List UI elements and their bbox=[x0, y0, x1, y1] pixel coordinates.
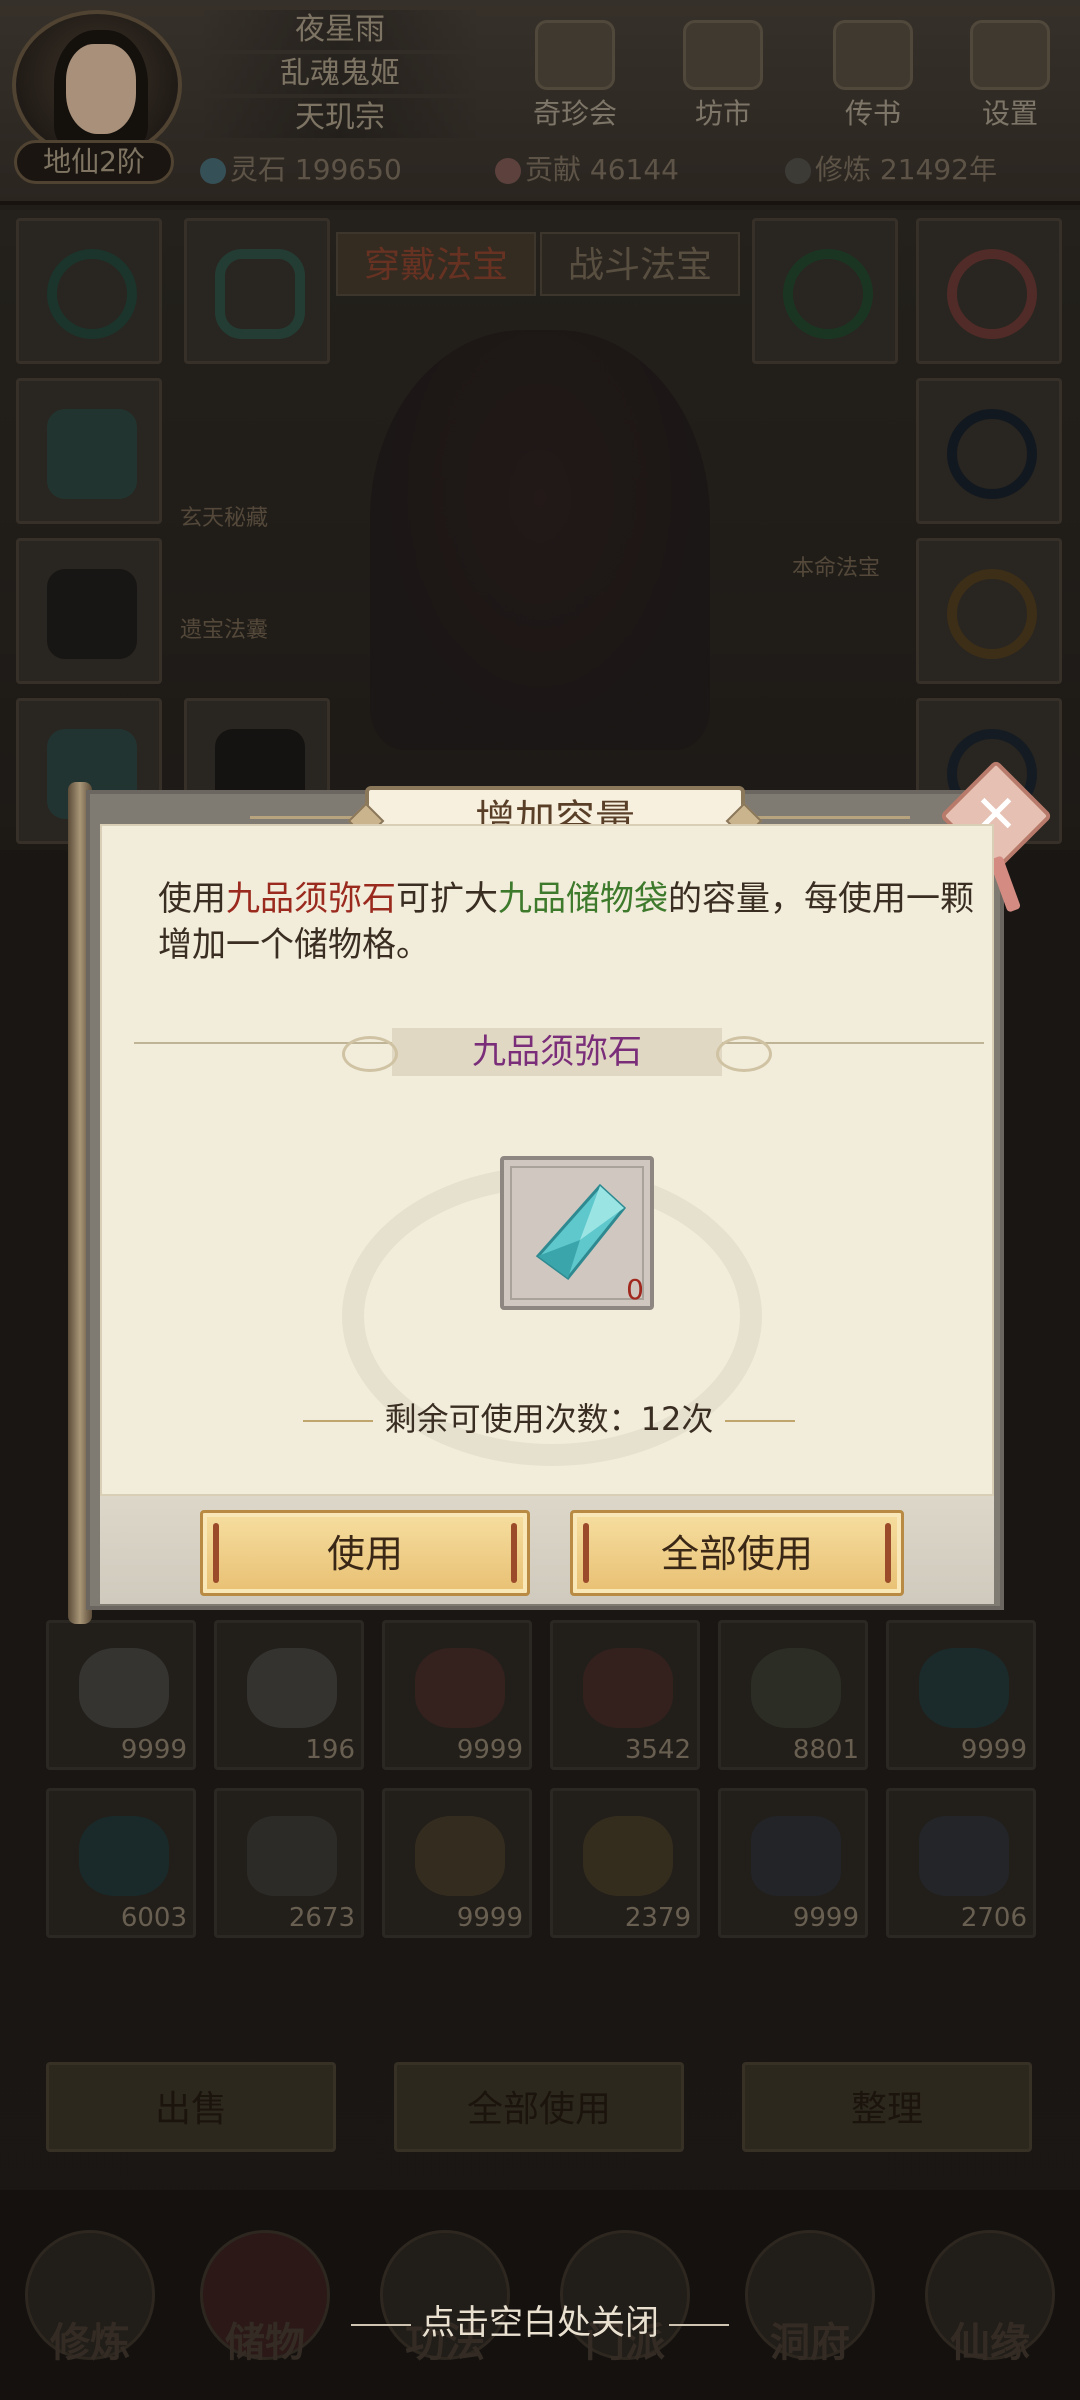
remaining-uses: 剩余可使用次数：12次 bbox=[102, 1394, 996, 1440]
item-name-plaque: 九品须弥石 bbox=[342, 1028, 772, 1076]
use-all-button[interactable]: 全部使用 bbox=[570, 1510, 904, 1596]
desc-bag-name: 九品储物袋 bbox=[498, 879, 668, 919]
remaining-uses-text: 剩余可使用次数：12次 bbox=[384, 1400, 714, 1438]
ornament-right bbox=[669, 2323, 729, 2326]
dialog-description: 使用九品须弥石可扩大九品储物袋的容量，每使用一颗增加一个储物格。 bbox=[158, 876, 978, 968]
item-quantity: 0 bbox=[626, 1273, 644, 1306]
sumeru-stone-slot[interactable]: 0 bbox=[500, 1156, 654, 1310]
tap-to-close-hint: 点击空白处关闭 bbox=[0, 2295, 1080, 2344]
add-capacity-dialog: 增加容量 ✕ 使用九品须弥石可扩大九品储物袋的容量，每使用一颗增加一个储物格。 … bbox=[68, 759, 1053, 1624]
dialog-frame: 增加容量 ✕ 使用九品须弥石可扩大九品储物袋的容量，每使用一颗增加一个储物格。 … bbox=[86, 759, 1053, 1610]
desc-text: 使用 bbox=[158, 879, 226, 919]
title-line-right bbox=[750, 816, 910, 819]
crystal-icon bbox=[535, 1183, 627, 1281]
dialog-body: 使用九品须弥石可扩大九品储物袋的容量，每使用一颗增加一个储物格。 九品须弥石 0… bbox=[100, 824, 994, 1496]
use-button[interactable]: 使用 bbox=[200, 1510, 530, 1596]
game-screen: 地仙2阶 夜星雨 乱魂鬼姬 天玑宗 奇珍会 坊市 传书 设置 灵石 199650… bbox=[0, 0, 1080, 2400]
ornament-left bbox=[302, 1420, 373, 1422]
close-hint-text: 点击空白处关闭 bbox=[421, 2303, 659, 2343]
ornament-right bbox=[725, 1420, 796, 1422]
ornament-left bbox=[351, 2323, 411, 2326]
desc-text: 可扩大 bbox=[396, 879, 498, 919]
desc-item-name: 九品须弥石 bbox=[226, 879, 396, 919]
avatar-face bbox=[66, 44, 136, 134]
